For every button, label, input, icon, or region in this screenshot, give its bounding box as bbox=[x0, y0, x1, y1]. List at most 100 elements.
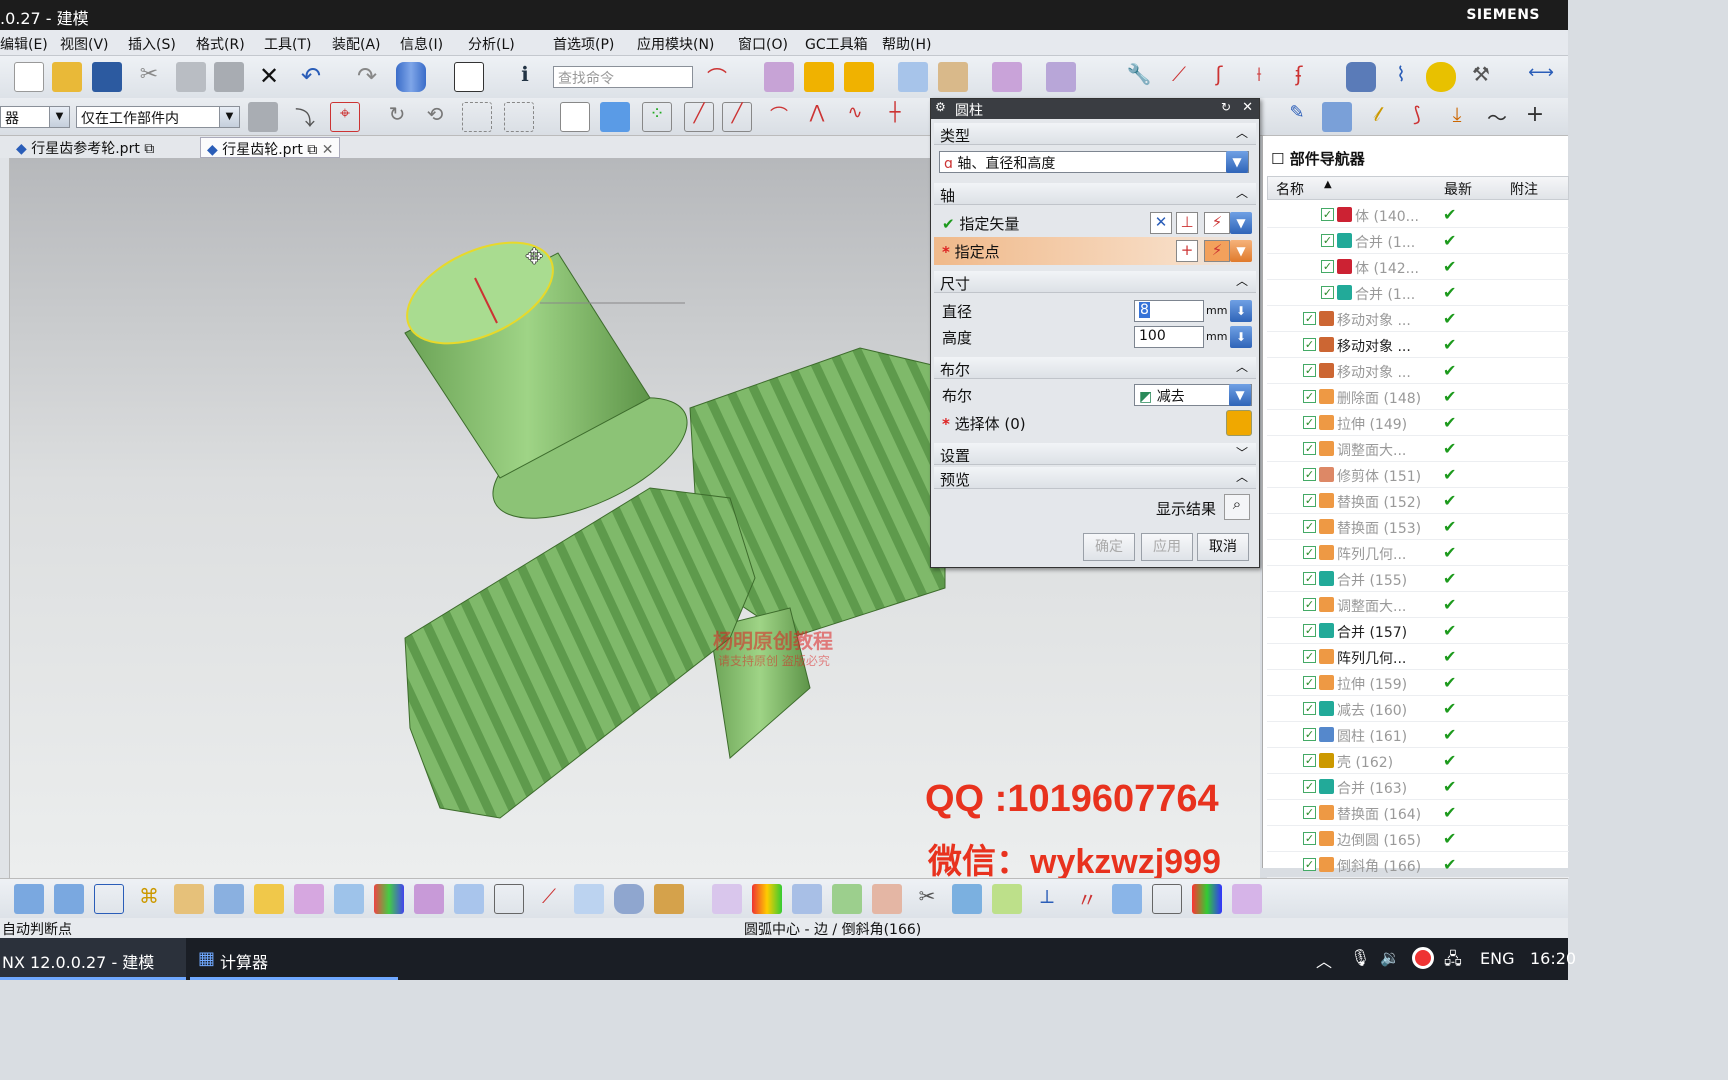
fill-surface-icon[interactable] bbox=[454, 884, 484, 914]
grid-surface-icon[interactable] bbox=[1232, 884, 1262, 914]
emboss-icon[interactable] bbox=[992, 884, 1022, 914]
edit-feature-icon[interactable]: ✎ bbox=[1282, 102, 1312, 132]
microphone-icon[interactable]: 🎙 bbox=[1350, 948, 1370, 967]
color-swatch-icon[interactable] bbox=[454, 62, 484, 92]
visibility-checkbox[interactable]: ✓ bbox=[1321, 286, 1334, 299]
ring-icon[interactable] bbox=[1426, 62, 1456, 92]
vector-dialog-icon[interactable]: ⚡ bbox=[1204, 212, 1230, 234]
selection-scope-combo[interactable]: 仅在工作部件内 ▼ bbox=[76, 106, 240, 128]
menu-info[interactable]: 信息(I) bbox=[400, 34, 443, 54]
scissors-icon[interactable]: ✂ bbox=[912, 884, 942, 914]
save-icon[interactable] bbox=[92, 62, 122, 92]
taskbar-nx-app[interactable]: NX 12.0.0.27 - 建模 bbox=[0, 938, 186, 980]
chevron-down-icon[interactable]: ▼ bbox=[1230, 212, 1252, 234]
arrow-down-icon[interactable]: ⬇ bbox=[1230, 326, 1252, 348]
navigator-row[interactable]: ✓ 拉伸 (159) ✔ bbox=[1267, 670, 1569, 696]
pick-icon[interactable]: ⤵ bbox=[290, 102, 320, 132]
section-preview[interactable]: 预览 ︿ bbox=[934, 467, 1256, 489]
taskbar-calculator-app[interactable]: ▦ 计算器 bbox=[190, 938, 398, 980]
subtract-icon[interactable] bbox=[898, 62, 928, 92]
fillet-curve-icon[interactable]: ʄ bbox=[1284, 62, 1314, 92]
navigator-row[interactable]: ✓ 倒斜角 (166) ✔ bbox=[1267, 852, 1569, 878]
spline-icon[interactable]: ∿ bbox=[840, 102, 870, 132]
section-settings[interactable]: 设置 ﹀ bbox=[934, 443, 1256, 465]
cylinders-icon[interactable] bbox=[574, 884, 604, 914]
menu-gc-toolbox[interactable]: GC工具箱 bbox=[805, 34, 868, 54]
helix-icon[interactable]: ⌇ bbox=[1386, 62, 1416, 92]
ruled-icon[interactable] bbox=[254, 884, 284, 914]
navigator-row[interactable]: ✓ 替换面 (164) ✔ bbox=[1267, 800, 1569, 826]
visibility-checkbox[interactable]: ✓ bbox=[1303, 806, 1316, 819]
shaded-view-icon[interactable] bbox=[560, 102, 590, 132]
visibility-checkbox[interactable]: ✓ bbox=[1303, 754, 1316, 767]
offset-surface-icon[interactable] bbox=[334, 884, 364, 914]
navigator-row[interactable]: ✓ 移动对象 ... ✔ bbox=[1267, 358, 1569, 384]
thicken-icon[interactable] bbox=[832, 884, 862, 914]
box-tool-icon[interactable] bbox=[764, 62, 794, 92]
col-name[interactable]: 名称 bbox=[1276, 179, 1304, 199]
navigator-row[interactable]: ✓ 阵列几何... ✔ bbox=[1267, 540, 1569, 566]
pin-icon[interactable]: ☐ bbox=[1271, 150, 1284, 168]
arc-center-icon[interactable]: ⌒ bbox=[764, 102, 794, 132]
visibility-checkbox[interactable]: ✓ bbox=[1303, 624, 1316, 637]
navigator-row[interactable]: ✓ 体 (140... ✔ bbox=[1267, 202, 1569, 228]
boolean-combo[interactable]: ◩ 减去 ▼ bbox=[1134, 384, 1252, 406]
n-sided-icon[interactable] bbox=[414, 884, 444, 914]
navigator-row[interactable]: ✓ 调整面大... ✔ bbox=[1267, 436, 1569, 462]
navigator-row[interactable]: ✓ 替换面 (152) ✔ bbox=[1267, 488, 1569, 514]
solid-view-icon[interactable] bbox=[600, 102, 630, 132]
divide-curve-icon[interactable]: ⟊ bbox=[1244, 62, 1274, 92]
sphere-icon[interactable] bbox=[1112, 884, 1142, 914]
visibility-checkbox[interactable]: ✓ bbox=[1321, 260, 1334, 273]
navigator-row[interactable]: ✓ 移动对象 ... ✔ bbox=[1267, 306, 1569, 332]
select-body-row[interactable]: * 选择体 (0) bbox=[934, 409, 1256, 437]
wave-icon[interactable]: 〜 bbox=[1482, 102, 1512, 132]
reverse-direction-icon[interactable]: ✕ bbox=[1150, 212, 1172, 234]
box-select-icon[interactable] bbox=[504, 102, 534, 132]
studio-surface-icon[interactable] bbox=[294, 884, 324, 914]
cancel-button[interactable]: 取消 bbox=[1197, 533, 1249, 561]
cylinder-tool-icon[interactable] bbox=[396, 62, 426, 92]
info-icon[interactable]: ℹ bbox=[510, 62, 540, 92]
layer-icon[interactable] bbox=[1322, 102, 1352, 132]
pattern-icon[interactable] bbox=[872, 884, 902, 914]
visibility-checkbox[interactable]: ✓ bbox=[1303, 520, 1316, 533]
endpoint-icon[interactable]: ╱ bbox=[684, 102, 714, 132]
tools-cross-icon[interactable]: ⚒ bbox=[1466, 62, 1496, 92]
close-icon[interactable]: ✕ bbox=[322, 142, 334, 158]
menu-edit[interactable]: 编辑(E) bbox=[0, 34, 48, 54]
snap-point-icon[interactable]: ⌖ bbox=[330, 102, 360, 132]
vector-axis-icon[interactable]: ⊥ bbox=[1176, 212, 1198, 234]
swept-icon[interactable] bbox=[174, 884, 204, 914]
visibility-checkbox[interactable]: ✓ bbox=[1303, 598, 1316, 611]
network-icon[interactable]: 🖧 bbox=[1444, 948, 1462, 975]
redo-icon[interactable]: ↷ bbox=[352, 62, 382, 92]
spring-icon[interactable] bbox=[1346, 62, 1376, 92]
clip-icon[interactable]: 𝓁 bbox=[1362, 102, 1392, 132]
extend-curve-icon[interactable]: ʃ bbox=[1204, 62, 1234, 92]
undo-icon[interactable]: ↶ bbox=[296, 62, 326, 92]
arrow-down-icon[interactable]: ⬇ bbox=[1230, 300, 1252, 322]
block-orange-icon[interactable] bbox=[844, 62, 874, 92]
navigator-row[interactable]: ✓ 合并 (157) ✔ bbox=[1267, 618, 1569, 644]
visibility-checkbox[interactable]: ✓ bbox=[1303, 416, 1316, 429]
box-solid-icon[interactable] bbox=[654, 884, 684, 914]
navigator-row[interactable]: ✓ 阵列几何... ✔ bbox=[1267, 644, 1569, 670]
menu-preferences[interactable]: 首选项(P) bbox=[553, 34, 614, 54]
diameter-input[interactable]: 8 bbox=[1134, 300, 1204, 322]
specify-vector-row[interactable]: ✔ 指定矢量 ✕ ⊥ ⚡ ▼ bbox=[934, 209, 1256, 237]
surface-grid-icon[interactable] bbox=[14, 884, 44, 914]
section-type[interactable]: 类型 ︿ bbox=[934, 123, 1256, 145]
navigator-row[interactable]: ✓ 合并 (1... ✔ bbox=[1267, 280, 1569, 306]
trim-curve-icon[interactable]: ⟋ bbox=[1164, 62, 1194, 92]
copy-icon[interactable] bbox=[176, 62, 206, 92]
cut-icon[interactable]: ✂ bbox=[134, 62, 164, 92]
navigator-row[interactable]: ✓ 替换面 (153) ✔ bbox=[1267, 514, 1569, 540]
chevron-down-icon[interactable]: ▼ bbox=[1230, 240, 1252, 262]
navigator-row[interactable]: ✓ 合并 (155) ✔ bbox=[1267, 566, 1569, 592]
visibility-checkbox[interactable]: ✓ bbox=[1303, 312, 1316, 325]
visibility-checkbox[interactable]: ✓ bbox=[1303, 650, 1316, 663]
tube-icon[interactable] bbox=[214, 884, 244, 914]
col-note[interactable]: 附注 bbox=[1510, 179, 1538, 199]
curve-tool-icon[interactable]: ⌒ bbox=[702, 62, 732, 92]
